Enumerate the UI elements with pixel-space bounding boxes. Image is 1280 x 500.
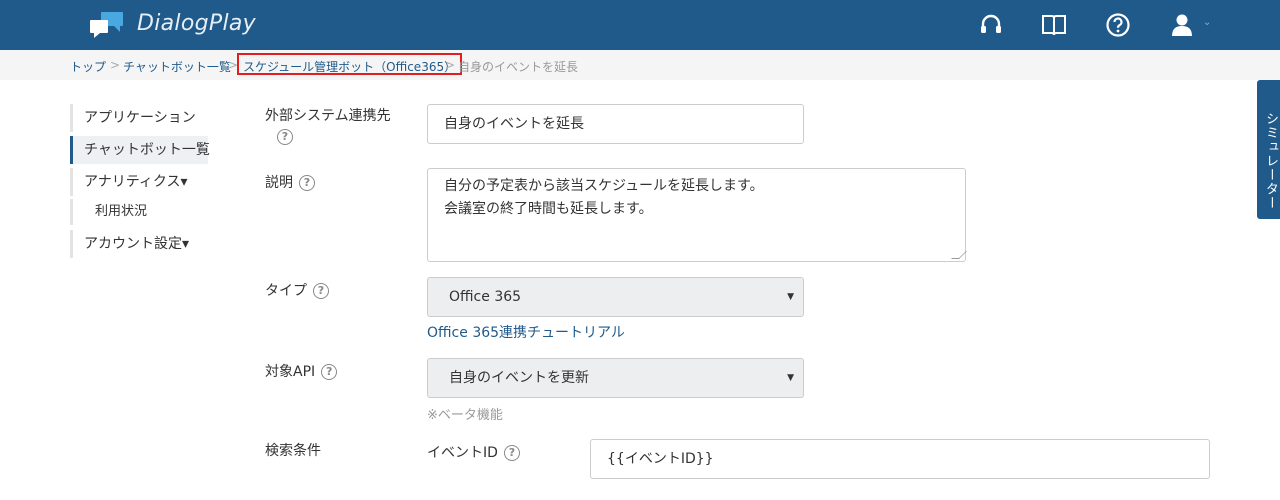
help-icon[interactable]: ? [313,283,329,299]
description-line: 会議室の終了時間も延長します。 [444,201,653,217]
book-icon[interactable] [1041,12,1067,38]
help-icon[interactable]: ? [277,129,293,145]
caret-down-icon: ▼ [787,292,794,302]
description-line: 自分の予定表から該当スケジュールを延長します。 [444,178,764,194]
type-label: タイプ? [265,280,329,300]
target-api-label: 対象API? [265,361,338,381]
breadcrumb-separator: > [110,58,121,72]
description-textarea[interactable]: 自分の予定表から該当スケジュールを延長します。 会議室の終了時間も延長します。 [427,168,967,262]
sidebar-item-account-settings[interactable]: アカウント設定▾ [70,230,189,258]
help-icon[interactable]: ? [321,364,338,380]
beta-note: ※ベータ機能 [427,408,503,423]
simulator-tab[interactable]: シミュレーター [1257,80,1280,219]
type-select[interactable]: Office 365 ▼ [427,277,804,317]
logo-icon [90,12,123,38]
event-id-label: イベントID? [427,442,520,462]
office365-tutorial-link[interactable]: Office 365連携チュートリアル [427,322,625,342]
help-icon[interactable]: ? [299,175,315,191]
caret-down-icon: ▼ [787,373,794,383]
chevron-down-icon[interactable]: ⌄ [1203,17,1211,28]
top-navbar: DialogPlay ⌄ [0,0,1280,50]
breadcrumb-schedule-bot[interactable]: スケジュール管理ボット（Office365） [237,53,463,75]
help-icon[interactable] [1105,12,1131,38]
breadcrumb-separator: > [445,58,456,72]
sidebar-item-applications[interactable]: アプリケーション [70,104,196,132]
type-select-value: Office 365 [449,289,522,305]
resize-handle-icon[interactable] [951,251,967,259]
sidebar-item-chatbot-list[interactable]: チャットボット一覧 [70,136,210,164]
headset-icon[interactable] [978,12,1004,38]
description-label: 説明? [265,172,315,192]
breadcrumb-current: 自身のイベントを延長 [458,60,579,74]
target-api-select[interactable]: 自身のイベントを更新 ▼ [427,358,804,398]
sidebar-item-analytics[interactable]: アナリティクス▾ [70,168,188,196]
breadcrumb-chatbot-list[interactable]: チャットボット一覧 [123,58,231,75]
target-api-select-value: 自身のイベントを更新 [449,370,589,386]
user-icon[interactable] [1169,12,1195,38]
help-icon[interactable]: ? [503,445,520,461]
breadcrumb: トップ > チャットボット一覧 > スケジュール管理ボット（Office365）… [0,50,1280,80]
brand-name[interactable]: DialogPlay [137,11,256,36]
search-conditions-label: 検索条件 [265,443,321,459]
breadcrumb-top[interactable]: トップ [70,58,106,75]
external-system-label: 外部システム連携先 [265,108,391,124]
external-system-input[interactable]: 自身のイベントを延長 [427,104,804,144]
sidebar-item-usage[interactable]: 利用状況 [70,199,147,225]
event-id-input[interactable]: {{イベントID}} [590,439,1210,479]
